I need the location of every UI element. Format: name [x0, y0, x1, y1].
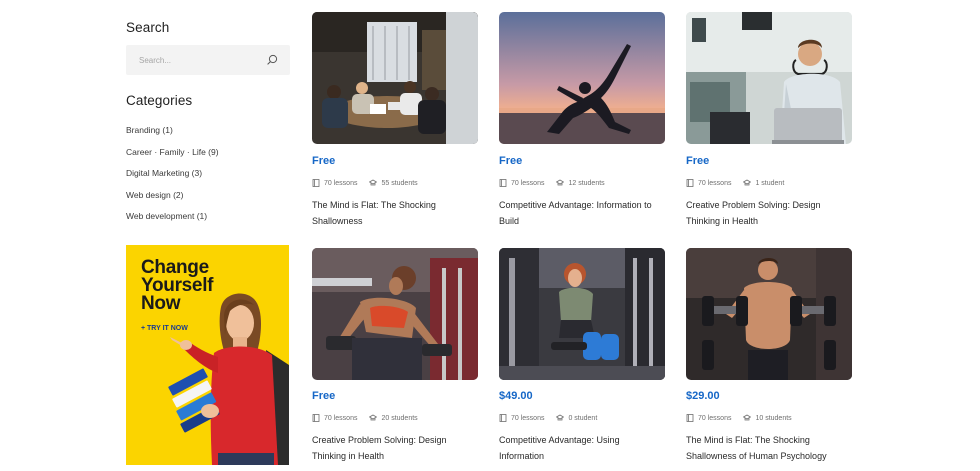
- course-thumbnail-laptop-man[interactable]: [686, 12, 852, 144]
- course-thumbnail-gym-woman-dumbbell[interactable]: [312, 248, 478, 380]
- course-price: Free: [312, 390, 336, 402]
- students-count: 55 students: [381, 179, 418, 187]
- book-icon: [686, 179, 694, 187]
- course-title[interactable]: The Mind is Flat: The Shocking Shallowne…: [686, 433, 852, 464]
- book-icon: [499, 179, 507, 187]
- categories-widget-title: Categories: [126, 93, 193, 108]
- course-title[interactable]: Competitive Advantage: Information to Bu…: [499, 198, 665, 229]
- course-meta: 70 lessons 0 student: [499, 414, 597, 422]
- lessons-count: 70 lessons: [511, 414, 545, 422]
- book-icon: [499, 414, 507, 422]
- category-item-digital-marketing[interactable]: Digital Marketing (3): [126, 167, 219, 189]
- promo-cta-link[interactable]: + TRY IT NOW: [141, 325, 188, 332]
- category-item-branding[interactable]: Branding (1): [126, 124, 219, 146]
- category-item-web-design[interactable]: Web design (2): [126, 189, 219, 211]
- students-count: 0 student: [568, 414, 598, 422]
- course-price: $29.00: [686, 390, 720, 402]
- course-price: $49.00: [499, 390, 533, 402]
- students-count: 20 students: [381, 414, 418, 422]
- graduation-cap-icon: [369, 414, 378, 421]
- course-title[interactable]: Creative Problem Solving: Design Thinkin…: [312, 433, 478, 464]
- search-box: [126, 45, 290, 75]
- graduation-cap-icon: [556, 414, 565, 421]
- students-count: 10 students: [755, 414, 792, 422]
- course-thumbnail-meeting[interactable]: [312, 12, 478, 144]
- category-list: Branding (1) Career · Family · Life (9) …: [126, 124, 219, 232]
- course-thumbnail-bodybuilder[interactable]: [686, 248, 852, 380]
- course-meta: 70 lessons 12 students: [499, 179, 605, 187]
- category-item-web-development[interactable]: Web development (1): [126, 210, 219, 232]
- course-title[interactable]: Competitive Advantage: Using Information: [499, 433, 665, 464]
- search-icon[interactable]: [266, 54, 278, 66]
- students-count: 12 students: [568, 179, 605, 187]
- search-widget-title: Search: [126, 20, 170, 35]
- lessons-count: 70 lessons: [324, 179, 358, 187]
- book-icon: [686, 414, 694, 422]
- course-thumbnail-yoga[interactable]: [499, 12, 665, 144]
- course-price: Free: [312, 155, 336, 167]
- promo-title: Change Yourself Now: [141, 257, 214, 314]
- course-title[interactable]: The Mind is Flat: The Shocking Shallowne…: [312, 198, 478, 229]
- lessons-count: 70 lessons: [511, 179, 545, 187]
- course-title[interactable]: Creative Problem Solving: Design Thinkin…: [686, 198, 852, 229]
- course-meta: 70 lessons 10 students: [686, 414, 792, 422]
- graduation-cap-icon: [556, 179, 565, 186]
- book-icon: [312, 414, 320, 422]
- promo-banner[interactable]: Change Yourself Now + TRY IT NOW: [126, 245, 289, 465]
- course-meta: 70 lessons 20 students: [312, 414, 418, 422]
- book-icon: [312, 179, 320, 187]
- lessons-count: 70 lessons: [698, 414, 732, 422]
- students-count: 1 student: [755, 179, 785, 187]
- lessons-count: 70 lessons: [324, 414, 358, 422]
- course-price: Free: [499, 155, 523, 167]
- course-thumbnail-gym-woman-seated[interactable]: [499, 248, 665, 380]
- graduation-cap-icon: [743, 414, 752, 421]
- graduation-cap-icon: [743, 179, 752, 186]
- search-input[interactable]: [126, 45, 256, 75]
- lessons-count: 70 lessons: [698, 179, 732, 187]
- course-meta: 70 lessons 1 student: [686, 179, 784, 187]
- course-price: Free: [686, 155, 710, 167]
- course-meta: 70 lessons 55 students: [312, 179, 418, 187]
- graduation-cap-icon: [369, 179, 378, 186]
- category-item-career-family-life[interactable]: Career · Family · Life (9): [126, 146, 219, 168]
